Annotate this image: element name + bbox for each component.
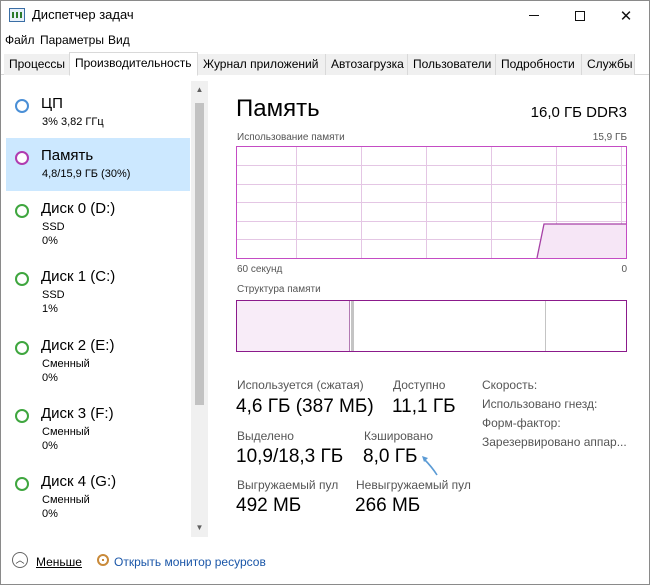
memory-status-icon (15, 151, 29, 165)
sidebar-item-type: Сменный (42, 494, 90, 506)
scroll-down-icon[interactable]: ▼ (191, 521, 208, 535)
disk-status-icon (15, 477, 29, 491)
sidebar-item-usage: 0% (42, 440, 58, 452)
sidebar-item-detail: 3% 3,82 ГГц (42, 116, 104, 128)
menu-options[interactable]: Параметры (40, 33, 104, 47)
fewer-details-button[interactable]: Меньше (36, 555, 82, 569)
sidebar-scrollbar[interactable]: ▲ ▼ (191, 81, 208, 537)
sidebar-item-type: Сменный (42, 426, 90, 438)
sidebar-item-detail: 4,8/15,9 ГБ (30%) (42, 168, 131, 180)
sidebar-item-label: Диск 0 (D:) (41, 200, 116, 217)
usage-chart-max: 15,9 ГБ (592, 132, 627, 143)
sidebar-item-disk4[interactable]: Диск 4 (G:) Сменный 0% (6, 464, 190, 520)
tab-processes[interactable]: Процессы (4, 54, 70, 75)
available-label: Доступно (393, 378, 446, 392)
sidebar-item-usage: 0% (42, 372, 58, 384)
in-use-label: Используется (сжатая) (237, 378, 364, 392)
tab-bar: Процессы Производительность Журнал прило… (1, 52, 649, 76)
chart-time-left: 60 секунд (237, 264, 283, 275)
title-bar: Диспетчер задач ✕ (1, 1, 649, 30)
memory-structure-bar (236, 300, 627, 352)
form-factor-label: Форм-фактор: (482, 416, 561, 430)
sidebar-item-label: ЦП (41, 95, 63, 112)
sidebar-item-disk1[interactable]: Диск 1 (C:) SSD 1% (6, 259, 190, 315)
sidebar-item-label: Диск 2 (E:) (41, 337, 115, 354)
arrow-annotation-icon (422, 456, 438, 476)
menu-view[interactable]: Вид (108, 33, 130, 47)
sidebar-item-type: Сменный (42, 358, 90, 370)
sidebar-item-usage: 0% (42, 235, 58, 247)
paged-pool-value: 492 МБ (236, 495, 302, 516)
structure-in-use (237, 301, 350, 351)
cpu-status-icon (15, 99, 29, 113)
page-title: Память (236, 95, 320, 122)
cached-label: Кэшировано (364, 429, 434, 443)
scroll-thumb[interactable] (195, 103, 204, 405)
usage-chart-graphic (237, 147, 626, 259)
menu-file[interactable]: Файл (5, 33, 35, 47)
sidebar-item-usage: 1% (42, 303, 58, 315)
disk-status-icon (15, 409, 29, 423)
slots-used-label: Использовано гнезд: (482, 397, 598, 411)
resource-monitor-icon (97, 554, 109, 566)
structure-label: Структура памяти (237, 284, 321, 295)
sidebar-item-disk2[interactable]: Диск 2 (E:) Сменный 0% (6, 328, 190, 384)
tab-startup[interactable]: Автозагрузка (326, 54, 408, 75)
task-manager-icon (9, 8, 25, 22)
resource-sidebar: ЦП 3% 3,82 ГГц Память 4,8/15,9 ГБ (30%) … (6, 81, 210, 536)
nonpaged-pool-label: Невыгружаемый пул (356, 478, 471, 492)
sidebar-item-usage: 0% (42, 508, 58, 520)
sidebar-item-disk0[interactable]: Диск 0 (D:) SSD 0% (6, 191, 190, 247)
sidebar-item-disk3[interactable]: Диск 3 (F:) Сменный 0% (6, 396, 190, 452)
available-value: 11,1 ГБ (392, 396, 456, 417)
chart-time-right: 0 (621, 264, 627, 275)
disk-status-icon (15, 204, 29, 218)
paged-pool-label: Выгружаемый пул (237, 478, 339, 492)
committed-value: 10,9/18,3 ГБ (236, 446, 344, 467)
sidebar-item-label: Диск 1 (C:) (41, 268, 116, 285)
open-resource-monitor-link[interactable]: Открыть монитор ресурсов (114, 555, 266, 569)
sidebar-item-label: Память (41, 147, 94, 164)
sidebar-item-label: Диск 3 (F:) (41, 405, 114, 422)
maximize-button[interactable] (557, 1, 603, 30)
tab-users[interactable]: Пользователи (408, 54, 496, 75)
tab-performance[interactable]: Производительность (69, 52, 198, 76)
minimize-icon (529, 15, 539, 16)
sidebar-item-type: SSD (42, 221, 65, 233)
tab-details[interactable]: Подробности (496, 54, 582, 75)
menu-bar: Файл Параметры Вид (1, 30, 649, 50)
close-button[interactable]: ✕ (603, 1, 649, 30)
disk-status-icon (15, 272, 29, 286)
tab-app-history[interactable]: Журнал приложений (198, 54, 326, 75)
close-icon: ✕ (619, 7, 633, 25)
structure-standby (354, 301, 546, 351)
memory-total: 16,0 ГБ DDR3 (530, 104, 627, 121)
nonpaged-pool-value: 266 МБ (355, 495, 421, 516)
scroll-up-icon[interactable]: ▲ (191, 83, 208, 97)
memory-usage-chart (236, 146, 627, 259)
tab-services[interactable]: Службы (582, 54, 635, 75)
in-use-value: 4,6 ГБ (387 МБ) (236, 396, 374, 417)
hardware-reserved-label: Зарезервировано аппар... (482, 435, 627, 449)
footer: ︿ Меньше Открыть монитор ресурсов (1, 548, 649, 584)
usage-chart-label: Использование памяти (237, 132, 345, 143)
speed-label: Скорость: (482, 378, 538, 392)
committed-label: Выделено (237, 429, 294, 443)
sidebar-item-label: Диск 4 (G:) (41, 473, 117, 490)
sidebar-item-cpu[interactable]: ЦП 3% 3,82 ГГц (6, 86, 190, 139)
disk-status-icon (15, 341, 29, 355)
maximize-icon (575, 10, 585, 21)
collapse-chevron-icon[interactable]: ︿ (12, 552, 28, 568)
minimize-button[interactable] (511, 1, 557, 30)
cached-value: 8,0 ГБ (363, 446, 418, 467)
sidebar-item-memory[interactable]: Память 4,8/15,9 ГБ (30%) (6, 138, 190, 191)
sidebar-item-type: SSD (42, 289, 65, 301)
window-title: Диспетчер задач (32, 7, 134, 22)
